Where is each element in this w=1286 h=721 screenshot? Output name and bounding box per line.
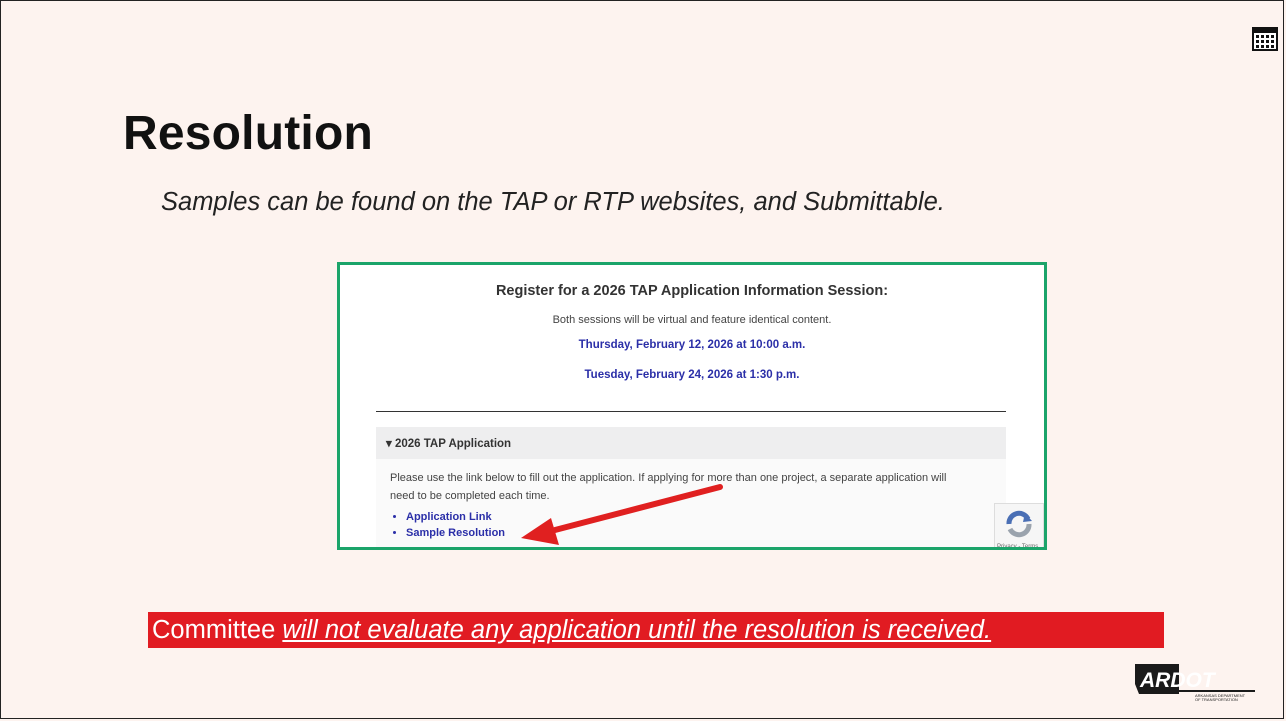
session-link-2[interactable]: Tuesday, February 24, 2026 at 1:30 p.m. — [340, 369, 1044, 381]
sessions-note: Both sessions will be virtual and featur… — [552, 314, 832, 326]
instructions-text: Please use the link below to fill out th… — [390, 472, 947, 502]
ardot-logo: ARDOT ARKANSAS DEPARTMENT OF TRANSPORTAT… — [1135, 664, 1255, 702]
divider — [376, 411, 1006, 412]
links-list: Application Link Sample Resolution — [390, 509, 505, 541]
calendar-icon[interactable] — [1252, 26, 1278, 52]
warning-emphasis: will not evaluate any application until … — [282, 616, 992, 644]
application-link[interactable]: Application Link — [406, 509, 505, 525]
warning-banner: Committee will not evaluate any applicat… — [148, 612, 1164, 648]
recaptcha-badge[interactable]: Privacy - Terms — [994, 503, 1044, 550]
warning-prefix: Committee — [152, 616, 283, 644]
recaptcha-text: Privacy - Terms — [997, 544, 1039, 550]
website-screenshot: Register for a 2026 TAP Application Info… — [337, 262, 1047, 550]
session-link-1[interactable]: Thursday, February 12, 2026 at 10:00 a.m… — [340, 339, 1044, 351]
logo-text: ARDOT — [1139, 669, 1217, 692]
accordion-label: ▾ 2026 TAP Application — [386, 438, 512, 450]
slide-title: Resolution — [123, 107, 373, 160]
slide-subtitle: Samples can be found on the TAP or RTP w… — [161, 188, 945, 216]
accordion-body: Please use the link below to fill out th… — [376, 459, 1006, 547]
logo-tagline-2: OF TRANSPORTATION — [1195, 697, 1238, 702]
register-heading: Register for a 2026 TAP Application Info… — [495, 283, 889, 299]
accordion-header[interactable]: ▾ 2026 TAP Application — [376, 427, 1006, 460]
recaptcha-icon — [1006, 510, 1032, 538]
sample-resolution-link[interactable]: Sample Resolution — [406, 525, 505, 541]
